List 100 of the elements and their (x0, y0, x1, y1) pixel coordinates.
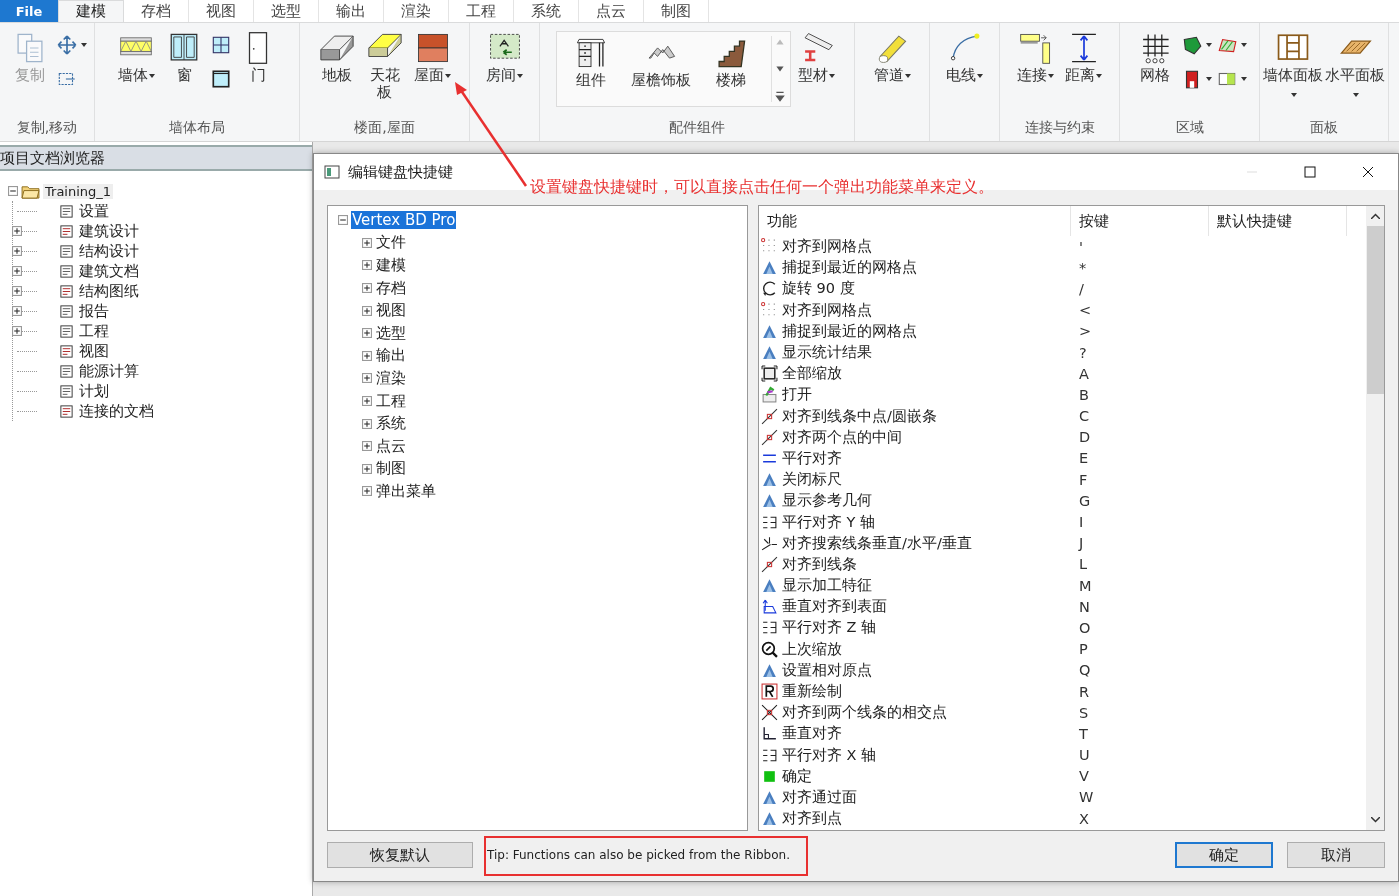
ribbon-button[interactable]: 组件 (568, 36, 613, 102)
tree-item[interactable]: 连接的文档 (79, 401, 154, 421)
ribbon-button[interactable]: 墙体 (114, 31, 158, 99)
tree-item[interactable]: 建模 (375, 256, 407, 275)
expand-icon[interactable] (12, 246, 22, 256)
tree-item[interactable]: 视图 (79, 341, 109, 361)
tree-item[interactable]: 渲染 (375, 368, 407, 388)
ribbon-tab[interactable]: 选型 (254, 0, 319, 22)
column-header[interactable]: 按键 (1071, 206, 1209, 236)
caret-icon (1240, 77, 1247, 81)
ribbon-button[interactable]: 距离 (1061, 31, 1106, 99)
scroll-down-icon[interactable] (1370, 817, 1380, 823)
tree-item[interactable]: 视图 (375, 301, 407, 321)
tree-item[interactable]: 建筑文档 (79, 261, 139, 281)
table-cell: 平行对齐 (782, 448, 842, 468)
expand-icon[interactable] (362, 260, 372, 271)
group-label: 墙体布局 (169, 119, 225, 137)
expand-icon[interactable] (362, 463, 372, 474)
tree-item[interactable]: 设置 (79, 201, 109, 221)
ribbon-tab[interactable]: 存档 (124, 0, 189, 22)
expand-icon[interactable] (12, 266, 22, 276)
expand-icon[interactable] (362, 486, 372, 497)
ribbon-button[interactable]: 型材 (794, 31, 839, 99)
ribbon-button[interactable]: 连接 (1013, 31, 1058, 99)
group-label: 区域 (1175, 119, 1204, 137)
tree-item[interactable]: 结构图纸 (79, 281, 139, 301)
expand-icon[interactable] (12, 286, 22, 296)
restore-defaults-button[interactable]: 恢复默认 (327, 842, 473, 868)
expand-icon[interactable] (362, 418, 372, 429)
table-cell: 设置相对原点 (782, 660, 872, 680)
collapse-icon[interactable] (338, 215, 348, 226)
expand-icon[interactable] (362, 350, 372, 361)
ribbon-button[interactable]: 房间 (482, 31, 527, 99)
tree-item[interactable]: 工程 (375, 391, 407, 411)
ribbon-tab[interactable]: 制图 (644, 0, 709, 22)
ribbon-tab[interactable]: 点云 (579, 0, 644, 22)
ribbon-button[interactable]: 楼梯 (708, 36, 753, 102)
expand-icon[interactable] (362, 441, 372, 452)
tree-item[interactable]: 系统 (375, 414, 407, 434)
caret-icon (1240, 43, 1247, 47)
ribbon-tab[interactable]: 视图 (189, 0, 254, 22)
tree-item[interactable]: 文件 (375, 233, 407, 253)
ribbon-tab[interactable]: 系统 (514, 0, 579, 22)
tree-item[interactable]: 制图 (375, 459, 407, 479)
column-header[interactable]: 功能 (759, 206, 1071, 236)
expand-icon[interactable] (362, 305, 372, 316)
scroll-up-icon[interactable] (1370, 213, 1380, 219)
ribbon-tab[interactable]: 输出 (319, 0, 384, 22)
file-tab[interactable]: File (0, 0, 58, 22)
table-cell-text: J (1077, 535, 1085, 552)
column-header[interactable]: 默认快捷键 (1209, 206, 1347, 236)
tree-item[interactable]: 点云 (375, 436, 407, 456)
scrollbar[interactable] (1366, 206, 1384, 830)
ribbon-button[interactable]: 窗 (162, 31, 206, 99)
tree-item[interactable]: 存档 (375, 278, 407, 298)
ribbon-button[interactable]: 门 (236, 31, 280, 99)
table-cell-text: O (1078, 619, 1092, 636)
ribbon-button[interactable]: 地板 (314, 31, 359, 99)
tree-item[interactable]: 输出 (375, 346, 407, 366)
table-cell-text: * (1078, 259, 1088, 276)
tree-item[interactable]: Training_1 (43, 183, 114, 199)
tree-item[interactable]: 选型 (375, 323, 407, 343)
expand-icon[interactable] (362, 373, 372, 384)
tree-item[interactable]: 结构设计 (79, 241, 139, 261)
ribbon-button[interactable]: 屋檐饰板 (630, 36, 691, 102)
cancel-button[interactable]: 取消 (1287, 842, 1385, 868)
table-cell-text: S (1078, 704, 1090, 721)
ribbon-button[interactable]: 网格 (1132, 31, 1177, 99)
collapse-icon[interactable] (8, 186, 18, 196)
ribbon-button[interactable]: 水平面板 (1326, 31, 1384, 99)
tree-item[interactable]: 建筑设计 (79, 221, 139, 241)
tree-item[interactable]: 弹出菜单 (375, 481, 437, 501)
expand-icon[interactable] (362, 396, 372, 407)
ribbon-tab[interactable]: 工程 (449, 0, 514, 22)
ribbon-tab[interactable]: 渲染 (384, 0, 449, 22)
expand-icon[interactable] (12, 226, 22, 236)
expand-icon[interactable] (362, 283, 372, 294)
expand-icon[interactable] (362, 328, 372, 339)
tree-item[interactable]: Vertex BD Pro (351, 211, 457, 230)
roof-panel-icon (415, 31, 450, 65)
intersection-icon (761, 704, 778, 722)
close-icon[interactable] (1362, 166, 1374, 178)
tree-item[interactable]: 工程 (79, 321, 109, 341)
expand-icon[interactable] (12, 306, 22, 316)
expand-icon[interactable] (12, 326, 22, 336)
tree-item[interactable]: 能源计算 (79, 361, 139, 381)
table-cell: 显示统计结果 (782, 343, 872, 363)
ribbon-button[interactable]: 电线 (942, 31, 987, 99)
expand-gallery-icon[interactable] (773, 90, 786, 102)
table-cell-text: U (1078, 747, 1091, 764)
ribbon-button[interactable]: 墙体面板 (1264, 31, 1322, 99)
ribbon-button[interactable]: 天花板 (362, 31, 407, 99)
tree-item[interactable]: 报告 (79, 301, 109, 321)
ribbon-tab[interactable]: 建模 (58, 0, 124, 22)
tree-item[interactable]: 计划 (79, 381, 109, 401)
ribbon-button[interactable]: 屋面 (410, 31, 455, 99)
expand-icon[interactable] (362, 237, 372, 248)
maximize-icon[interactable] (1304, 166, 1316, 178)
ok-button[interactable]: 确定 (1175, 842, 1273, 868)
ribbon-button[interactable]: 管道 (870, 31, 914, 99)
